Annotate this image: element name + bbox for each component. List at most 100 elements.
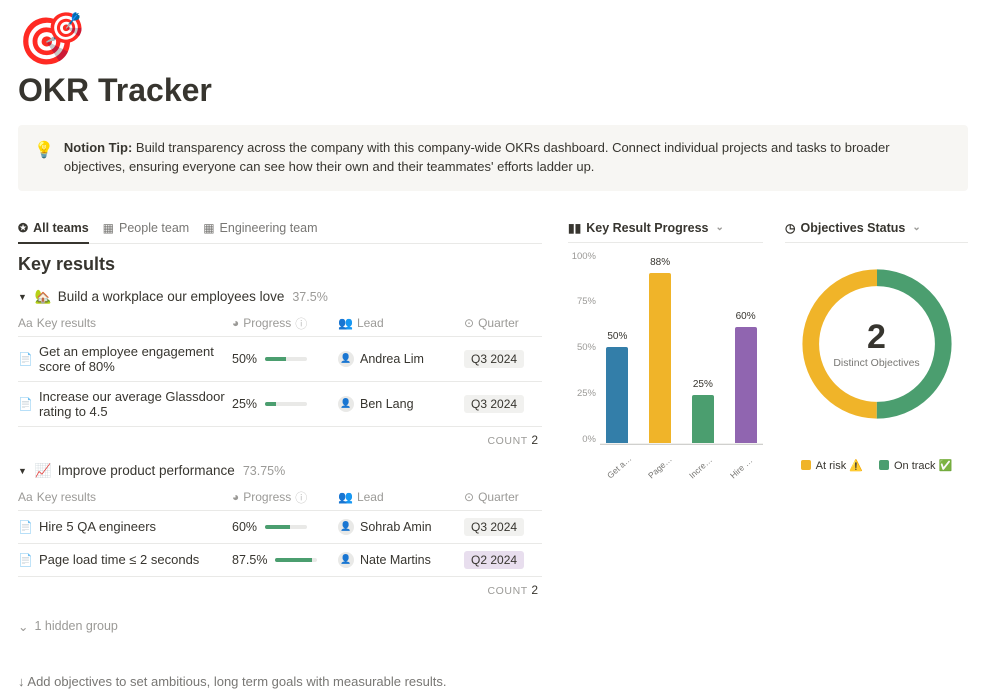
group-name[interactable]: 🏡 Build a workplace our employees love bbox=[35, 289, 284, 305]
tab-label: All teams bbox=[33, 221, 89, 235]
lead-name: Sohrab Amin bbox=[360, 520, 432, 534]
section-title: Key results bbox=[18, 254, 542, 275]
lead-cell: 👤Ben Lang bbox=[338, 396, 458, 412]
group-emoji-icon: 📈 bbox=[35, 463, 52, 479]
group-label: Build a workplace our employees love bbox=[58, 289, 285, 304]
hidden-group-toggle[interactable]: ⌄ 1 hidden group bbox=[18, 619, 542, 634]
quarter-badge: Q3 2024 bbox=[464, 395, 524, 413]
group-header: ▼ 🏡 Build a workplace our employees love… bbox=[18, 289, 542, 305]
callout-bold: Notion Tip: bbox=[64, 140, 132, 155]
view-tabs: ✪ All teams ▦ People team ▦ Engineering … bbox=[18, 217, 542, 244]
progress-value: 87.5% bbox=[232, 553, 267, 567]
lead-cell: 👤Sohrab Amin bbox=[338, 519, 458, 535]
select-icon: ⊙ bbox=[464, 490, 474, 504]
progress-value: 50% bbox=[232, 352, 257, 366]
column-progress: Progress bbox=[243, 316, 291, 330]
kr-title: Increase our average Glassdoor rating to… bbox=[39, 389, 226, 419]
group-percent: 73.75% bbox=[243, 464, 285, 478]
page-icon: 📄 bbox=[18, 520, 33, 534]
page-icon: 📄 bbox=[18, 352, 33, 366]
avatar: 👤 bbox=[338, 552, 354, 568]
progress-bar bbox=[275, 558, 317, 562]
table-footer: COUNT 2 bbox=[18, 427, 542, 453]
lead-cell: 👤Nate Martins bbox=[338, 552, 458, 568]
progress-cell: 60% bbox=[232, 520, 332, 534]
chevron-down-icon: ⌄ bbox=[912, 222, 920, 233]
progress-bar bbox=[265, 402, 307, 406]
chevron-down-icon: ⌄ bbox=[18, 619, 28, 634]
widget-header-bar[interactable]: ▮▮ Key Result Progress ⌄ bbox=[568, 217, 763, 243]
page-icon: 📄 bbox=[18, 397, 33, 411]
bar: 60% bbox=[731, 327, 761, 443]
column-lead: Lead bbox=[357, 490, 384, 504]
callout: 💡 Notion Tip: Build transparency across … bbox=[18, 125, 968, 191]
avatar: 👤 bbox=[338, 396, 354, 412]
column-progress: Progress bbox=[243, 490, 291, 504]
quarter-badge: Q3 2024 bbox=[464, 350, 524, 368]
tab-people-team[interactable]: ▦ People team bbox=[103, 217, 190, 244]
footer-note: ↓ Add objectives to set ambitious, long … bbox=[18, 674, 542, 689]
avatar: 👤 bbox=[338, 351, 354, 367]
table-row[interactable]: 📄 Get an employee engagement score of 80%… bbox=[18, 337, 542, 382]
bar: 88% bbox=[645, 273, 675, 444]
tab-label: Engineering team bbox=[220, 221, 318, 235]
bar: 50% bbox=[602, 347, 632, 444]
arrow-down-icon: ↓ bbox=[18, 674, 25, 689]
bar-value: 60% bbox=[736, 311, 756, 322]
callout-text: Notion Tip: Build transparency across th… bbox=[64, 139, 952, 177]
kr-title-cell: 📄 Get an employee engagement score of 80% bbox=[18, 344, 226, 374]
bar-value: 50% bbox=[607, 331, 627, 342]
widget-title: Objectives Status bbox=[800, 221, 905, 235]
group-emoji-icon: 🏡 bbox=[35, 289, 52, 305]
progress-value: 25% bbox=[232, 397, 257, 411]
toggle-caret-icon[interactable]: ▼ bbox=[18, 466, 27, 476]
bulb-icon: 💡 bbox=[34, 139, 54, 177]
progress-bar bbox=[265, 525, 307, 529]
kr-title: Page load time ≤ 2 seconds bbox=[39, 552, 199, 567]
progress-cell: 25% bbox=[232, 397, 332, 411]
donut-icon: ◕ bbox=[232, 316, 239, 330]
table-row[interactable]: 📄Hire 5 QA engineers 60% 👤Sohrab Amin Q3… bbox=[18, 511, 542, 544]
select-icon: ⊙ bbox=[464, 316, 474, 330]
target-icon: ✪ bbox=[18, 221, 28, 235]
quarter-badge: Q3 2024 bbox=[464, 518, 524, 536]
toggle-caret-icon[interactable]: ▼ bbox=[18, 292, 27, 302]
people-icon: 👥 bbox=[338, 316, 353, 330]
lead-name: Andrea Lim bbox=[360, 352, 424, 366]
legend-item-on-track: On track ✅ bbox=[879, 459, 952, 472]
progress-cell: 87.5% bbox=[232, 553, 332, 567]
donut-chart: 2 Distinct Objectives bbox=[802, 269, 952, 419]
kr-title-cell: 📄Hire 5 QA engineers bbox=[18, 519, 226, 534]
column-lead: Lead bbox=[357, 316, 384, 330]
table-row[interactable]: 📄 Increase our average Glassdoor rating t… bbox=[18, 382, 542, 427]
widget-header-donut[interactable]: ◷ Objectives Status ⌄ bbox=[785, 217, 968, 243]
table-row[interactable]: 📄 Page load time ≤ 2 seconds 87.5% 👤Nate … bbox=[18, 544, 542, 577]
page-icon: 📄 bbox=[18, 553, 33, 567]
progress-value: 60% bbox=[232, 520, 257, 534]
bar-value: 25% bbox=[693, 379, 713, 390]
group-header: ▼ 📈 Improve product performance 73.75% bbox=[18, 463, 542, 479]
callout-body: Build transparency across the company wi… bbox=[64, 140, 890, 174]
group-name[interactable]: 📈 Improve product performance bbox=[35, 463, 235, 479]
clock-icon: ◷ bbox=[785, 221, 795, 235]
tab-all-teams[interactable]: ✪ All teams bbox=[18, 217, 89, 244]
widget-title: Key Result Progress bbox=[586, 221, 708, 235]
table-header: AaKey results ◕Progressⓘ 👥Lead ⊙Quarter bbox=[18, 311, 542, 337]
donut-center: 2 Distinct Objectives bbox=[802, 269, 952, 419]
info-icon: ⓘ bbox=[295, 315, 307, 332]
donut-icon: ◕ bbox=[232, 490, 239, 504]
column-icon: Aa bbox=[18, 316, 33, 330]
column-quarter: Quarter bbox=[478, 490, 519, 504]
progress-bar bbox=[265, 357, 307, 361]
tab-label: People team bbox=[119, 221, 189, 235]
column-quarter: Quarter bbox=[478, 316, 519, 330]
kr-title: Get an employee engagement score of 80% bbox=[39, 344, 226, 374]
table-icon: ▦ bbox=[203, 221, 214, 235]
group-percent: 37.5% bbox=[292, 290, 327, 304]
donut-legend: At risk ⚠️ On track ✅ bbox=[801, 459, 953, 472]
bar: 25% bbox=[688, 395, 718, 444]
table-icon: ▦ bbox=[103, 221, 114, 235]
tab-engineering-team[interactable]: ▦ Engineering team bbox=[203, 217, 317, 244]
page-title: OKR Tracker bbox=[18, 72, 968, 109]
progress-fill bbox=[265, 525, 290, 529]
